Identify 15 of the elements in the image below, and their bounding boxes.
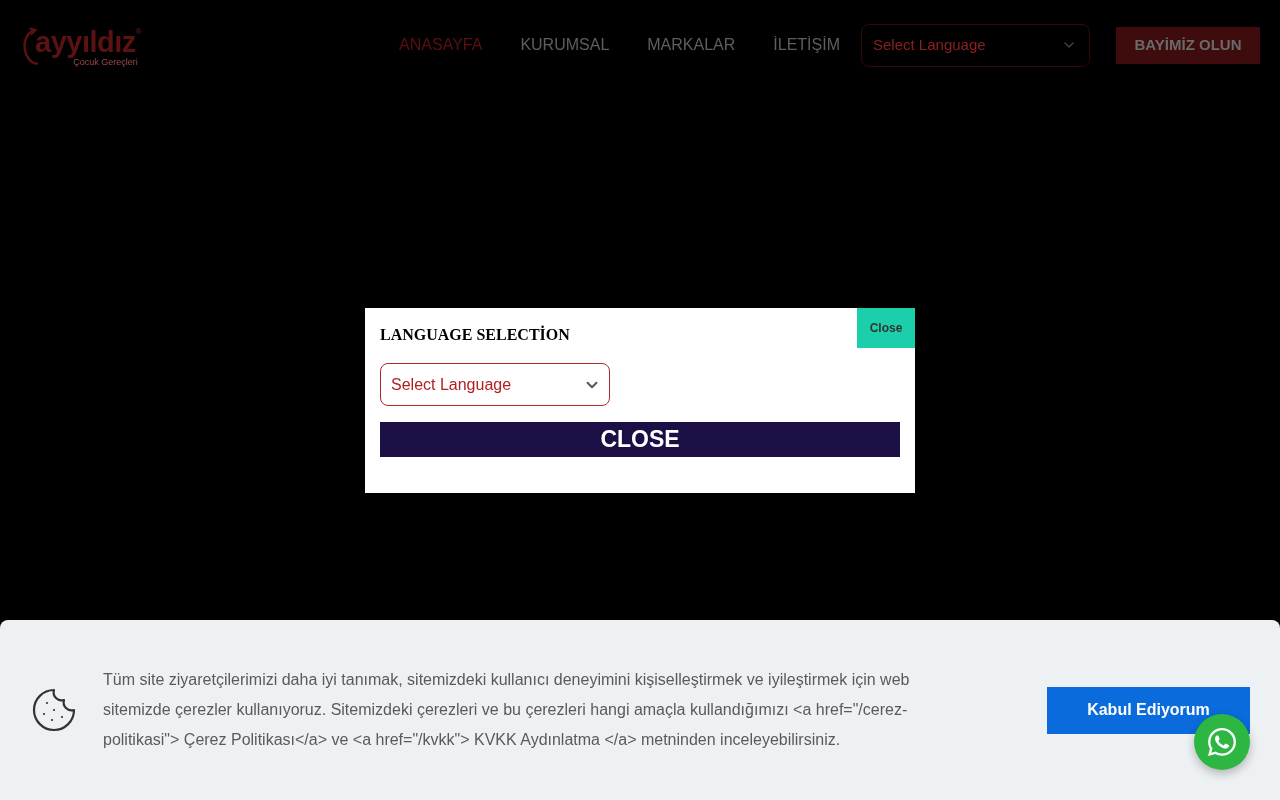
close-button[interactable]: CLOSE [380,422,900,457]
language-select[interactable]: Select Language [861,23,1090,67]
cookie-icon [30,686,78,734]
logo-wordmark: ayyıldız [35,27,136,57]
language-select[interactable]: Select Language [380,363,610,406]
chat-bubble-phone-icon [1206,726,1238,758]
registered-mark: ® [135,27,142,36]
close-tab[interactable]: Close [857,308,915,348]
nav-link[interactable]: MARKALAR [647,33,736,57]
nav-link[interactable]: KURUMSAL [520,33,610,57]
modal-title: LANGUAGE SELECTİON [380,325,570,345]
cookie-notice-text: Tüm site ziyaretçilerimizi daha iyi tanımak, sitemizdeki kullanıcı deneyimini kişiselleştirmek ve iyileştirmek için web sitemizde çerezler kullanıyoruz. Sitemizdeki çerezleri ve bu çerezleri hangi amaçla kullandığımızı <a href="/cerez-politikasi"> Çerez Politikası</a> ve <a href="/kvkk"> KVKK Aydınlatma </a> metninden inceleyebilirsiniz. [103,670,911,750]
dealer-button[interactable]: BAYİMİZ OLUN [1116,26,1260,64]
nav-link[interactable]: İLETİŞİM [773,33,840,57]
logo-tagline: Çocuk Gereçleri [73,57,138,67]
